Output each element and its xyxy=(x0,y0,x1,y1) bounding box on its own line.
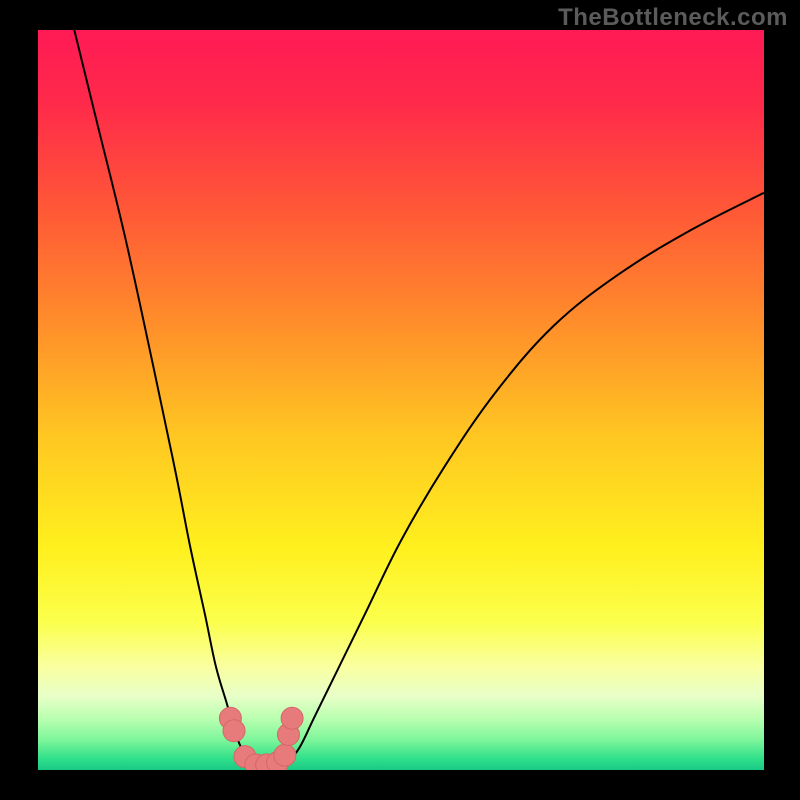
bottleneck-chart xyxy=(38,30,764,770)
marker-dot xyxy=(223,720,245,742)
marker-dot xyxy=(274,744,296,766)
chart-frame: TheBottleneck.com xyxy=(0,0,800,800)
gradient-background xyxy=(38,30,764,770)
marker-dot xyxy=(281,707,303,729)
plot-area xyxy=(38,30,764,770)
watermark-text: TheBottleneck.com xyxy=(558,4,788,32)
